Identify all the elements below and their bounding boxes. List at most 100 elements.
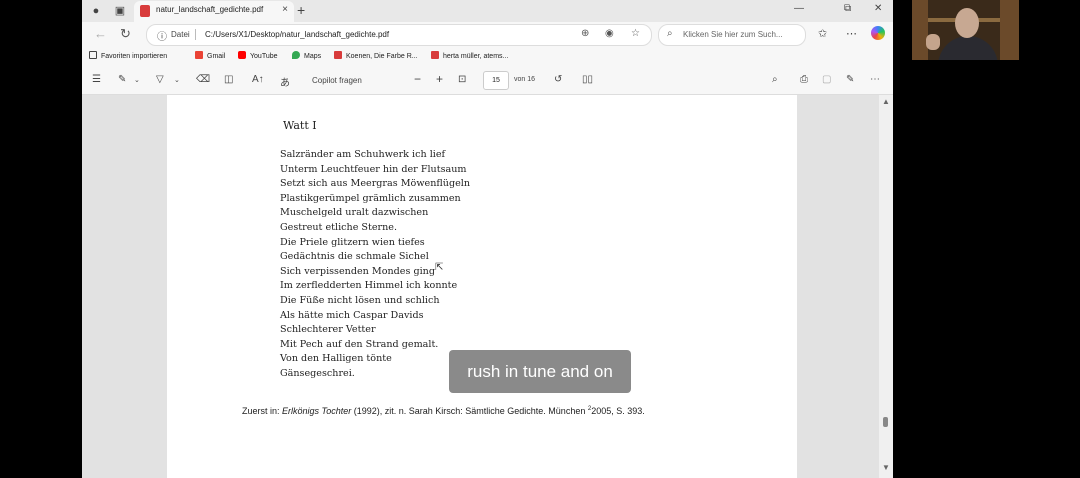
- person-body: [938, 36, 998, 60]
- source-work: Erlkönigs Tochter: [282, 406, 352, 416]
- fit-page-icon[interactable]: ⊡: [458, 74, 466, 85]
- refresh-icon[interactable]: ↻: [120, 26, 131, 42]
- favorite-star-icon[interactable]: ☆: [631, 28, 640, 39]
- poem-title: Watt I: [283, 119, 317, 132]
- poem-line: Von den Halligen tönte: [280, 353, 392, 365]
- maximize-button[interactable]: ⧉: [844, 3, 851, 14]
- zoom-out-button[interactable]: −: [414, 72, 421, 86]
- highlight-icon[interactable]: ✎: [118, 74, 126, 85]
- youtube-icon: [238, 51, 246, 59]
- profile-icon[interactable]: ●: [88, 3, 104, 19]
- chevron-down-icon[interactable]: ⌄: [174, 76, 180, 84]
- person-hand: [926, 34, 940, 50]
- bookshelf: [912, 0, 928, 60]
- tab-bar: ● ▣ natur_landschaft_gedichte.pdf × + — …: [82, 0, 893, 22]
- back-arrow-icon[interactable]: ←: [94, 26, 107, 42]
- favorites-icon[interactable]: ✩: [818, 27, 827, 40]
- rotate-icon[interactable]: ↺: [554, 74, 562, 85]
- translate-icon[interactable]: あ: [280, 74, 290, 89]
- search-icon[interactable]: ⌕: [772, 74, 778, 85]
- poem-line: Unterm Leuchtfeuer hin der Flutsaum: [280, 163, 467, 175]
- tab-title: natur_landschaft_gedichte.pdf: [156, 5, 264, 14]
- print-icon[interactable]: ⎙: [800, 74, 808, 85]
- address-row: ← ↻ ⓘ Datei C:/Users/X1/Desktop/natur_la…: [82, 22, 893, 46]
- maps-pin-icon: [292, 51, 300, 59]
- page-number-input[interactable]: 15: [483, 71, 509, 90]
- scheme-label: Datei: [171, 30, 190, 39]
- favorite-maps[interactable]: Maps: [292, 51, 321, 60]
- person-head: [955, 8, 979, 38]
- save-as-icon[interactable]: ✎: [846, 74, 854, 85]
- source-note: Zuerst in: Erlkönigs Tochter (1992), zit…: [242, 406, 645, 416]
- mouse-cursor-icon: ⇱: [435, 262, 444, 273]
- poem-line: Im zerfledderten Himmel ich konnte: [280, 280, 458, 292]
- import-icon: [89, 51, 97, 59]
- favorite-import[interactable]: Favoriten importieren: [89, 51, 167, 60]
- window-close-button[interactable]: ✕: [874, 3, 882, 14]
- pdf-viewer[interactable]: Watt I Salzränder am Schuhwerk ich lief U…: [82, 95, 893, 478]
- tab-close-icon[interactable]: ×: [282, 4, 288, 15]
- eraser-icon[interactable]: ⌫: [196, 74, 210, 85]
- more-options-icon[interactable]: ⋯: [870, 74, 880, 85]
- draw-icon[interactable]: ▽: [156, 74, 164, 85]
- address-divider: [195, 29, 196, 40]
- page-total: von 16: [514, 76, 536, 83]
- poem-line: Die Füße nicht lösen und schlich: [280, 294, 440, 306]
- vertical-scrollbar[interactable]: ▲ ▼: [879, 95, 893, 478]
- url-text[interactable]: C:/Users/X1/Desktop/natur_landschaft_ged…: [205, 30, 389, 39]
- tab-pdf[interactable]: natur_landschaft_gedichte.pdf ×: [134, 1, 294, 22]
- more-menu-icon[interactable]: ⋯: [846, 27, 857, 40]
- gmail-icon: [195, 51, 203, 59]
- favorite-label: YouTube: [250, 53, 278, 60]
- scroll-up-icon[interactable]: ▲: [882, 97, 890, 106]
- address-bar[interactable]: ⓘ Datei C:/Users/X1/Desktop/natur_landsc…: [146, 24, 652, 46]
- pdf-file-icon: [334, 51, 342, 59]
- poem-line: Die Priele glitzern wien tiefes: [280, 236, 425, 248]
- copilot-ask-button[interactable]: Copilot fragen: [312, 76, 362, 85]
- favorite-label: Koenen, Die Farbe R...: [346, 53, 418, 60]
- poem-line: Gänsegeschrei.: [280, 367, 355, 379]
- favorite-youtube[interactable]: YouTube: [238, 51, 278, 60]
- webcam-video: [912, 0, 1019, 60]
- chevron-down-icon[interactable]: ⌄: [134, 76, 140, 84]
- poem-line: Setzt sich aus Meergras Möwenflügeln: [280, 178, 471, 190]
- favorite-label: Gmail: [207, 53, 226, 60]
- save-icon[interactable]: ▢: [822, 74, 831, 85]
- copilot-icon[interactable]: [871, 26, 885, 40]
- read-aloud-icon[interactable]: A↑: [252, 74, 264, 85]
- favorite-label: herta müller, atems...: [443, 53, 509, 60]
- scroll-down-icon[interactable]: ▼: [882, 463, 890, 472]
- source-rest: (1992), zit. n. Sarah Kirsch: Sämtliche …: [351, 406, 588, 416]
- new-tab-button[interactable]: +: [297, 2, 305, 18]
- poem-line: Schlechterer Vetter: [280, 324, 376, 336]
- workspaces-icon[interactable]: ▣: [112, 3, 128, 19]
- read-aloud-icon[interactable]: ◉: [605, 28, 614, 39]
- poem-line: Muschelgeld uralt dazwischen: [280, 207, 429, 219]
- poem-line: Als hätte mich Caspar Davids: [280, 309, 424, 321]
- pdf-page: Watt I Salzränder am Schuhwerk ich lief U…: [167, 95, 797, 478]
- contents-icon[interactable]: ☰: [92, 74, 101, 85]
- favorite-label: Maps: [304, 53, 322, 60]
- browser-window: ● ▣ natur_landschaft_gedichte.pdf × + — …: [82, 0, 893, 478]
- two-page-icon[interactable]: ▯▯: [582, 74, 593, 85]
- pdf-file-icon: [431, 51, 439, 59]
- source-prefix: Zuerst in:: [242, 406, 283, 416]
- search-icon: ⌕: [667, 28, 673, 39]
- pdf-file-icon: [140, 5, 150, 17]
- poem-line: Gestreut etliche Sterne.: [280, 221, 398, 233]
- favorite-gmail[interactable]: Gmail: [195, 51, 225, 60]
- favorite-herta[interactable]: herta müller, atems...: [431, 51, 508, 60]
- minimize-button[interactable]: —: [794, 3, 804, 14]
- scroll-thumb[interactable]: [883, 417, 888, 427]
- page-view-icon[interactable]: ◫: [224, 74, 233, 85]
- bookshelf: [1000, 0, 1019, 60]
- zoom-in-button[interactable]: +: [436, 72, 443, 86]
- search-box[interactable]: ⌕ Klicken Sie hier zum Such...: [658, 24, 806, 46]
- favorite-label: Favoriten importieren: [101, 53, 168, 60]
- caption-overlay: rush in tune and on: [449, 350, 631, 393]
- zoom-icon[interactable]: ⊕: [581, 28, 589, 39]
- poem-line: Salzränder am Schuhwerk ich lief: [280, 149, 446, 160]
- poem-line: Mit Pech auf den Strand gemalt.: [280, 338, 439, 350]
- favorite-koenen[interactable]: Koenen, Die Farbe R...: [334, 51, 418, 60]
- info-icon[interactable]: ⓘ: [157, 28, 167, 43]
